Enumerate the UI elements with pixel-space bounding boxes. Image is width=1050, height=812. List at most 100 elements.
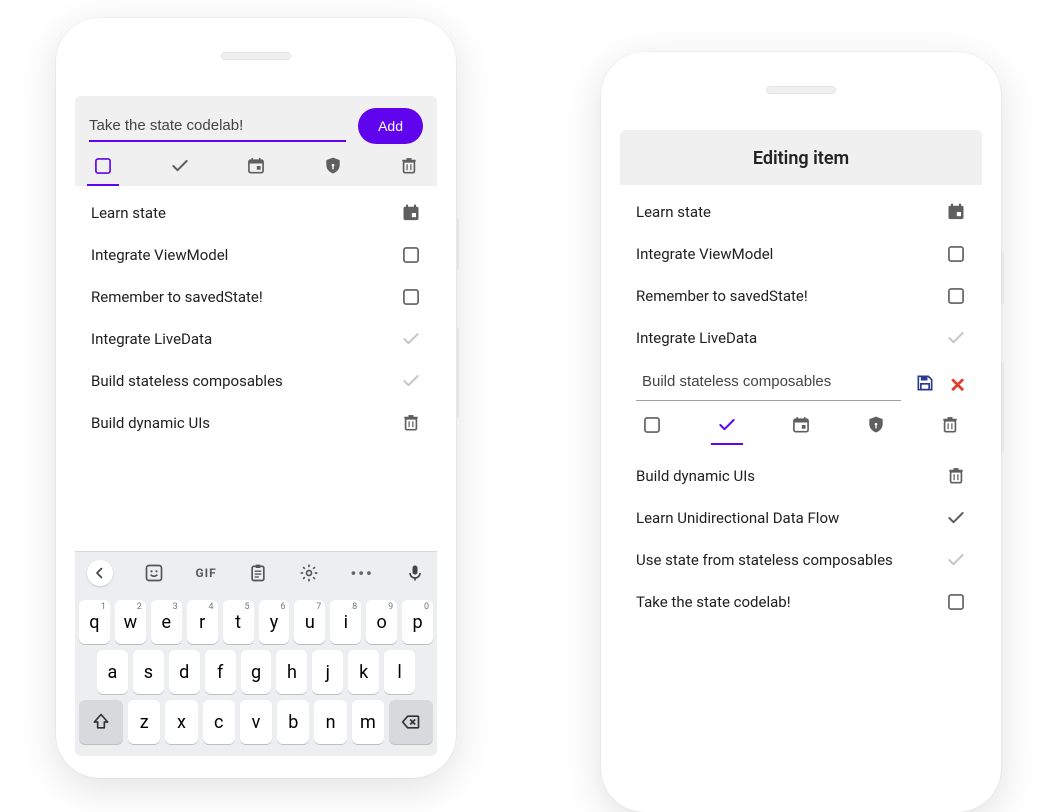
sticker-icon[interactable] <box>144 563 164 583</box>
key-j[interactable]: j <box>312 650 343 694</box>
keyboard-rows: 1q2w3e4r5t6y7u8i9o0p asdfghjkl zxcvbnm <box>75 600 437 756</box>
tab-trash[interactable] <box>397 156 421 176</box>
list-item[interactable]: Integrate LiveData <box>75 318 437 360</box>
trail-square-icon[interactable] <box>946 244 966 264</box>
list-item[interactable]: Build dynamic UIs <box>75 402 437 444</box>
clipboard-icon[interactable] <box>248 563 268 583</box>
list-item[interactable]: Remember to savedState! <box>620 275 982 317</box>
key-n[interactable]: n <box>314 700 346 744</box>
speaker-slot <box>766 86 836 94</box>
todo-list-top: Learn state Integrate ViewModel Remember t… <box>620 185 982 365</box>
trail-square-icon[interactable] <box>401 245 421 265</box>
tab-check[interactable] <box>715 415 739 435</box>
tab-shield[interactable] <box>864 415 888 435</box>
add-button[interactable]: Add <box>358 108 423 144</box>
gif-button[interactable]: GIF <box>195 566 216 580</box>
item-label: Take the state codelab! <box>636 593 946 611</box>
key-k[interactable]: k <box>348 650 379 694</box>
item-label: Build dynamic UIs <box>91 414 401 432</box>
add-bar: Add <box>75 96 437 186</box>
list-item[interactable]: Learn state <box>620 191 982 233</box>
collapse-button[interactable] <box>87 560 113 586</box>
tab-shield[interactable] <box>321 156 345 176</box>
item-label: Build stateless composables <box>91 372 401 390</box>
keyboard-suggestion-bar: GIF ••• <box>75 552 437 594</box>
key-c[interactable]: c <box>203 700 235 744</box>
list-item[interactable]: Learn state <box>75 192 437 234</box>
item-label: Integrate LiveData <box>91 330 401 348</box>
key-y[interactable]: 6y <box>259 600 290 644</box>
key-h[interactable]: h <box>276 650 307 694</box>
edit-block: ✕ <box>620 365 982 449</box>
list-item[interactable]: Integrate ViewModel <box>620 233 982 275</box>
key-i[interactable]: 8i <box>330 600 361 644</box>
tab-check[interactable] <box>168 156 192 176</box>
trail-check-dim-icon[interactable] <box>946 550 966 570</box>
item-label: Learn state <box>636 203 946 221</box>
list-item[interactable]: Take the state codelab! <box>620 581 982 623</box>
trail-trash-icon[interactable] <box>946 466 966 486</box>
tab-trash[interactable] <box>938 415 962 435</box>
more-icon[interactable]: ••• <box>350 564 373 583</box>
icon-tabs <box>89 144 423 186</box>
key-d[interactable]: d <box>169 650 200 694</box>
item-label: Learn Unidirectional Data Flow <box>636 509 946 527</box>
item-label: Integrate LiveData <box>636 329 946 347</box>
key-u[interactable]: 7u <box>294 600 325 644</box>
tab-event[interactable] <box>244 156 268 176</box>
key-z[interactable]: z <box>128 700 160 744</box>
trail-square-icon[interactable] <box>946 592 966 612</box>
item-label: Integrate ViewModel <box>636 245 946 263</box>
tab-square[interactable] <box>640 415 664 435</box>
key-s[interactable]: s <box>133 650 164 694</box>
trail-square-icon[interactable] <box>946 286 966 306</box>
save-icon[interactable] <box>915 373 935 397</box>
trail-check-dim-icon[interactable] <box>401 371 421 391</box>
list-item[interactable]: Use state from stateless composables <box>620 539 982 581</box>
edit-underline <box>636 400 901 401</box>
trail-event-filled-icon[interactable] <box>946 202 966 222</box>
key-r[interactable]: 4r <box>187 600 218 644</box>
list-item[interactable]: Integrate ViewModel <box>75 234 437 276</box>
screen-left: Add Learn stateIntegrate ViewModelRememb… <box>75 96 437 756</box>
key-e[interactable]: 3e <box>151 600 182 644</box>
trail-event-filled-icon[interactable] <box>401 203 421 223</box>
tab-event[interactable] <box>789 415 813 435</box>
key-t[interactable]: 5t <box>223 600 254 644</box>
key-m[interactable]: m <box>352 700 384 744</box>
mic-icon[interactable] <box>405 563 425 583</box>
trail-trash-icon[interactable] <box>401 413 421 433</box>
trail-check-dim-icon[interactable] <box>946 328 966 348</box>
tab-square[interactable] <box>91 156 115 176</box>
list-item[interactable]: Build dynamic UIs <box>620 455 982 497</box>
trail-square-icon[interactable] <box>401 287 421 307</box>
trail-check-icon[interactable] <box>946 508 966 528</box>
add-input[interactable] <box>89 111 346 142</box>
key-q[interactable]: 1q <box>79 600 110 644</box>
phone-left: Add Learn stateIntegrate ViewModelRememb… <box>56 18 456 778</box>
settings-icon[interactable] <box>299 563 319 583</box>
item-label: Build dynamic UIs <box>636 467 946 485</box>
list-item[interactable]: Learn Unidirectional Data Flow <box>620 497 982 539</box>
shift-key[interactable] <box>79 700 123 744</box>
key-o[interactable]: 9o <box>366 600 397 644</box>
key-v[interactable]: v <box>240 700 272 744</box>
key-b[interactable]: b <box>277 700 309 744</box>
edit-input[interactable] <box>636 369 901 400</box>
key-l[interactable]: l <box>384 650 415 694</box>
key-w[interactable]: 2w <box>115 600 146 644</box>
key-g[interactable]: g <box>241 650 272 694</box>
header-title: Editing item <box>620 130 982 185</box>
backspace-key[interactable] <box>389 700 433 744</box>
key-p[interactable]: 0p <box>402 600 433 644</box>
key-x[interactable]: x <box>165 700 197 744</box>
cancel-icon[interactable]: ✕ <box>949 373 966 397</box>
key-a[interactable]: a <box>97 650 128 694</box>
list-item[interactable]: Integrate LiveData <box>620 317 982 359</box>
key-f[interactable]: f <box>205 650 236 694</box>
list-item[interactable]: Build stateless composables <box>75 360 437 402</box>
screen-right: Editing item Learn state Integrate ViewMo… <box>620 130 982 790</box>
list-item[interactable]: Remember to savedState! <box>75 276 437 318</box>
trail-check-dim-icon[interactable] <box>401 329 421 349</box>
add-input-wrap <box>89 111 346 142</box>
